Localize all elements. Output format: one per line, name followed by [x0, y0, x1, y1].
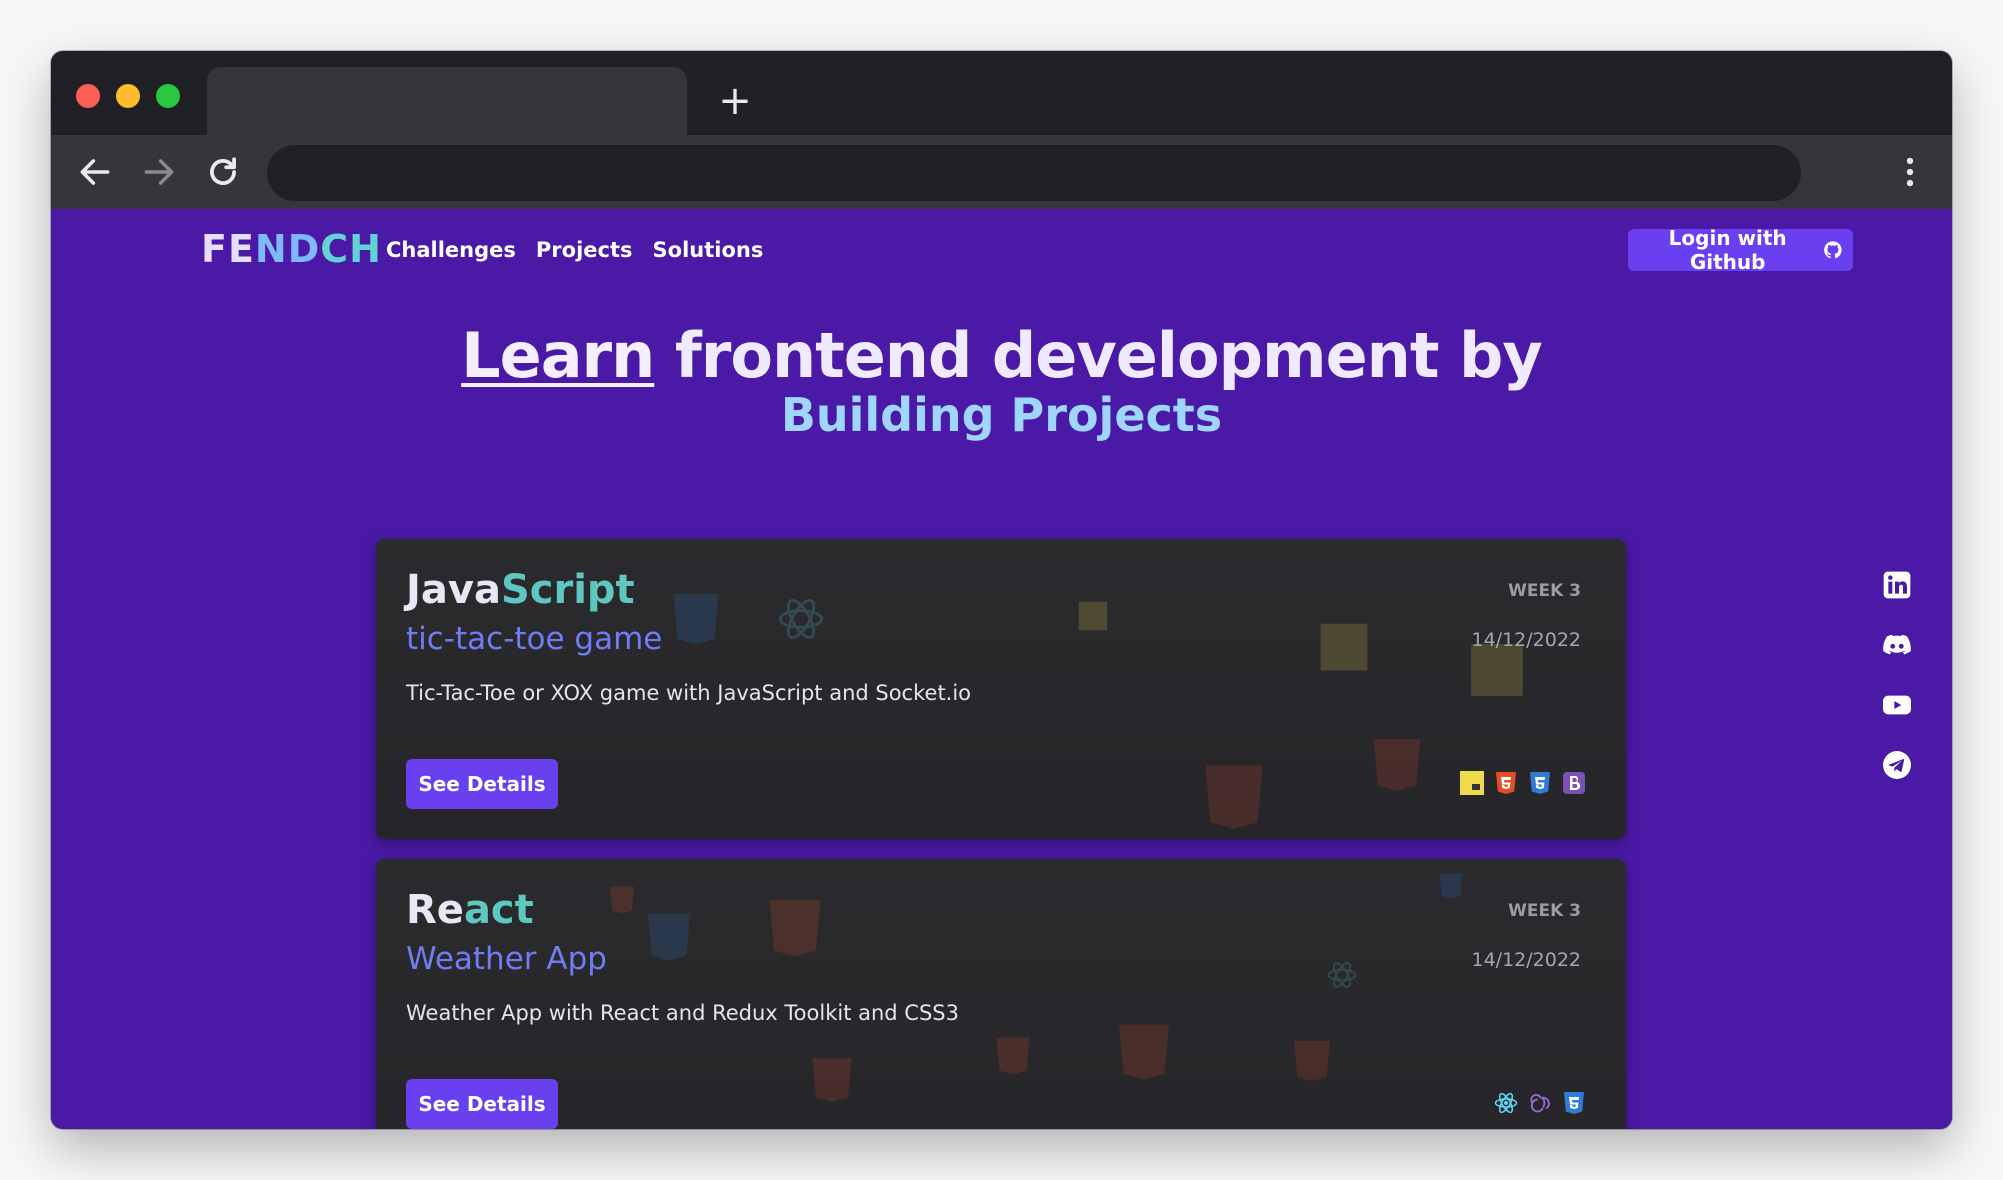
html5-icon: [812, 1058, 852, 1102]
html5-icon: [1373, 739, 1421, 791]
card-description: Tic-Tac-Toe or XOX game with JavaScript …: [406, 681, 972, 705]
arrow-left-icon[interactable]: [76, 153, 114, 191]
see-details-button[interactable]: See Details: [406, 759, 558, 809]
bootstrap-icon: [1563, 772, 1585, 794]
card-tech-icons: [1460, 771, 1586, 795]
nav-solutions[interactable]: Solutions: [653, 238, 764, 262]
card-title: tic-tac-toe game: [406, 621, 663, 657]
redux-icon: [1530, 1094, 1550, 1113]
browser-toolbar: [51, 135, 1952, 209]
plus-icon[interactable]: +: [715, 81, 755, 121]
logo-part-nd: ND: [254, 227, 321, 271]
nav-projects[interactable]: Projects: [536, 238, 633, 262]
kebab-menu-icon[interactable]: [1891, 153, 1929, 191]
main-nav: Challenges Projects Solutions: [386, 238, 763, 262]
linkedin-icon[interactable]: [1881, 569, 1913, 601]
github-icon: [1824, 241, 1842, 259]
hero-title: Learn frontend development by: [51, 319, 1952, 392]
card-week: WEEK 3: [1508, 901, 1581, 921]
react-icon: [778, 599, 824, 639]
browser-window: + FENDCH Challenges Projects Solutions L…: [51, 51, 1952, 1129]
telegram-icon[interactable]: [1881, 749, 1913, 781]
see-details-button[interactable]: See Details: [406, 1079, 558, 1129]
site-logo[interactable]: FENDCH: [201, 227, 382, 271]
css3-icon: [1564, 1092, 1584, 1114]
minimize-window-button[interactable]: [116, 84, 140, 108]
card-tech-icons: [1494, 1091, 1586, 1115]
address-bar[interactable]: [267, 145, 1801, 201]
javascript-icon: [1460, 771, 1484, 795]
close-window-button[interactable]: [76, 84, 100, 108]
youtube-icon[interactable]: [1881, 689, 1913, 721]
discord-icon[interactable]: [1881, 629, 1913, 661]
logo-part-fe: FE: [201, 227, 255, 271]
project-card: React Weather App Weather App with React…: [376, 859, 1626, 1129]
hero-emphasis: Learn: [461, 319, 655, 392]
site-header: FENDCH Challenges Projects Solutions Log…: [201, 223, 1853, 279]
card-title: Weather App: [406, 941, 607, 977]
card-tech-name: React: [406, 887, 534, 933]
hero-line1: frontend development by: [654, 319, 1543, 392]
reload-icon[interactable]: [204, 153, 242, 191]
html5-icon: [1119, 1024, 1169, 1080]
css3-icon: [1530, 772, 1550, 794]
html5-icon: [1496, 772, 1516, 794]
css3-icon: [673, 594, 719, 644]
css3-icon: [1439, 873, 1463, 899]
card-date: 14/12/2022: [1471, 949, 1581, 971]
logo-part-ch: CH: [320, 227, 382, 271]
card-tech-name: JavaScript: [406, 567, 635, 613]
card-description: Weather App with React and Redux Toolkit…: [406, 1001, 959, 1025]
tab-bar: +: [51, 51, 1952, 135]
html5-icon: [769, 899, 821, 957]
nav-challenges[interactable]: Challenges: [386, 238, 516, 262]
card-week: WEEK 3: [1508, 581, 1581, 601]
html5-icon: [1294, 1041, 1330, 1081]
hero-subtitle: Building Projects: [780, 388, 1223, 442]
html5-icon: [1205, 765, 1263, 829]
social-links: [1881, 569, 1917, 809]
card-date: 14/12/2022: [1471, 629, 1581, 651]
project-card: JavaScript tic-tac-toe game Tic-Tac-Toe …: [376, 539, 1626, 839]
page-viewport: FENDCH Challenges Projects Solutions Log…: [51, 209, 1952, 1129]
react-icon: [1494, 1092, 1518, 1114]
card-tech-part-b: Script: [500, 567, 635, 613]
maximize-window-button[interactable]: [156, 84, 180, 108]
javascript-icon: [1320, 623, 1368, 671]
card-tech-part-b: act: [463, 887, 534, 933]
javascript-icon: [1078, 601, 1108, 631]
hero: Learn frontend development by Building P…: [51, 319, 1952, 442]
browser-tab[interactable]: [207, 67, 687, 135]
html5-icon: [610, 886, 634, 914]
html5-icon: [996, 1037, 1030, 1075]
card-tech-part-a: Java: [406, 567, 501, 613]
react-icon: [1327, 962, 1357, 988]
css3-icon: [648, 913, 690, 961]
card-tech-part-a: Re: [406, 887, 464, 933]
login-with-github-button[interactable]: Login with Github: [1628, 226, 1853, 274]
arrow-right-icon[interactable]: [140, 153, 178, 191]
login-label: Login with Github: [1668, 226, 1787, 274]
